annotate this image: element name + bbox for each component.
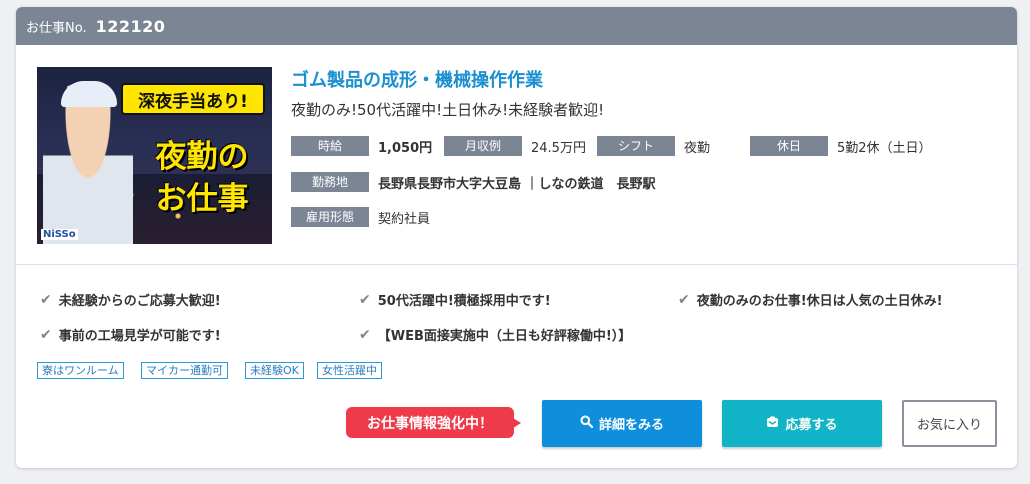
cap-illustration <box>61 81 117 107</box>
chip-women-active: 女性活躍中 <box>317 362 382 379</box>
feature-text: 【WEB面接実施中（土日も好評稼働中!）】 <box>377 329 632 344</box>
location-row: 勤務地 長野県長野市大字大豆島 ｜しなの鉄道 長野駅 <box>291 172 656 192</box>
feature-text: 事前の工場見学が可能です! <box>58 329 221 344</box>
chip-dormitory: 寮はワンルーム <box>37 362 124 379</box>
feature-item: ✔ 未経験からのご応募大歓迎! <box>40 290 221 310</box>
thumbnail-headline: 夜勤の お仕事 <box>135 137 269 221</box>
employment-type-tag: 雇用形態 <box>291 207 369 227</box>
employment-row: 雇用形態 契約社員 <box>291 207 430 227</box>
feature-text: 未経験からのご応募大歓迎! <box>58 294 221 309</box>
job-number-label: お仕事No. <box>26 20 87 36</box>
job-thumbnail[interactable]: 深夜手当あり! 夜勤の お仕事 NiSSo <box>37 67 272 244</box>
view-details-button[interactable]: 詳細をみる <box>542 400 702 447</box>
company-logo: NiSSo <box>41 229 78 240</box>
feature-item: ✔ 【WEB面接実施中（土日も好評稼働中!）】 <box>359 325 632 345</box>
promo-badge: お仕事情報強化中！ <box>346 407 521 438</box>
job-card: お仕事No. 122120 深夜手当あり! 夜勤の お仕事 NiSSo ゴム製品… <box>16 7 1017 468</box>
check-icon: ✔ <box>40 291 52 308</box>
feature-item: ✔ 夜勤のみのお仕事!休日は人気の土日休み! <box>678 290 943 310</box>
card-divider <box>16 264 1017 265</box>
holiday-tag: 休日 <box>750 136 828 156</box>
monthly-income-value: 24.5万円 <box>531 140 586 156</box>
hourly-wage-tag: 時給 <box>291 136 369 156</box>
thumbnail-banner: 深夜手当あり! <box>121 83 265 115</box>
shift-tag: シフト <box>597 136 675 156</box>
job-number: 122120 <box>95 16 166 36</box>
hourly-wage-value: 1,050円 <box>378 140 433 156</box>
job-title[interactable]: ゴム製品の成形・機械操作作業 <box>291 66 543 92</box>
view-details-label: 詳細をみる <box>598 418 664 433</box>
search-icon <box>580 415 594 432</box>
chip-inexperienced-ok: 未経験OK <box>245 362 304 379</box>
check-icon: ✔ <box>40 326 52 343</box>
card-header: お仕事No. 122120 <box>16 7 1017 45</box>
favorite-button[interactable]: お気に入り <box>902 400 997 447</box>
job-catchphrase: 夜勤のみ!50代活躍中!土日休み!未経験者歓迎! <box>291 101 605 119</box>
thumbnail-line2: お仕事 <box>155 180 249 217</box>
envelope-icon <box>766 416 779 432</box>
pay-row: 時給 1,050円 月収例 24.5万円 シフト 夜勤 休日 5勤2休（土日） <box>291 136 932 156</box>
location-value: 長野県長野市大字大豆島 ｜しなの鉄道 長野駅 <box>378 176 656 192</box>
feature-text: 50代活躍中!積極採用中です! <box>377 294 551 309</box>
location-tag: 勤務地 <box>291 172 369 192</box>
monthly-income-tag: 月収例 <box>444 136 522 156</box>
worker-illustration <box>43 83 133 244</box>
check-icon: ✔ <box>359 291 371 308</box>
thumbnail-line1: 夜勤の <box>155 139 249 175</box>
feature-item: ✔ 50代活躍中!積極採用中です! <box>359 290 551 310</box>
apply-button[interactable]: 応募する <box>722 400 882 447</box>
check-icon: ✔ <box>359 326 371 343</box>
apply-label: 応募する <box>785 418 838 433</box>
feature-text: 夜勤のみのお仕事!休日は人気の土日休み! <box>696 294 943 309</box>
employment-type-value: 契約社員 <box>378 211 431 227</box>
holiday-value: 5勤2休（土日） <box>837 140 932 156</box>
chip-car-commute: マイカー通勤可 <box>141 362 228 379</box>
check-icon: ✔ <box>678 291 690 308</box>
feature-item: ✔ 事前の工場見学が可能です! <box>40 325 221 345</box>
favorite-label: お気に入り <box>916 418 982 433</box>
shift-value: 夜勤 <box>684 140 711 156</box>
